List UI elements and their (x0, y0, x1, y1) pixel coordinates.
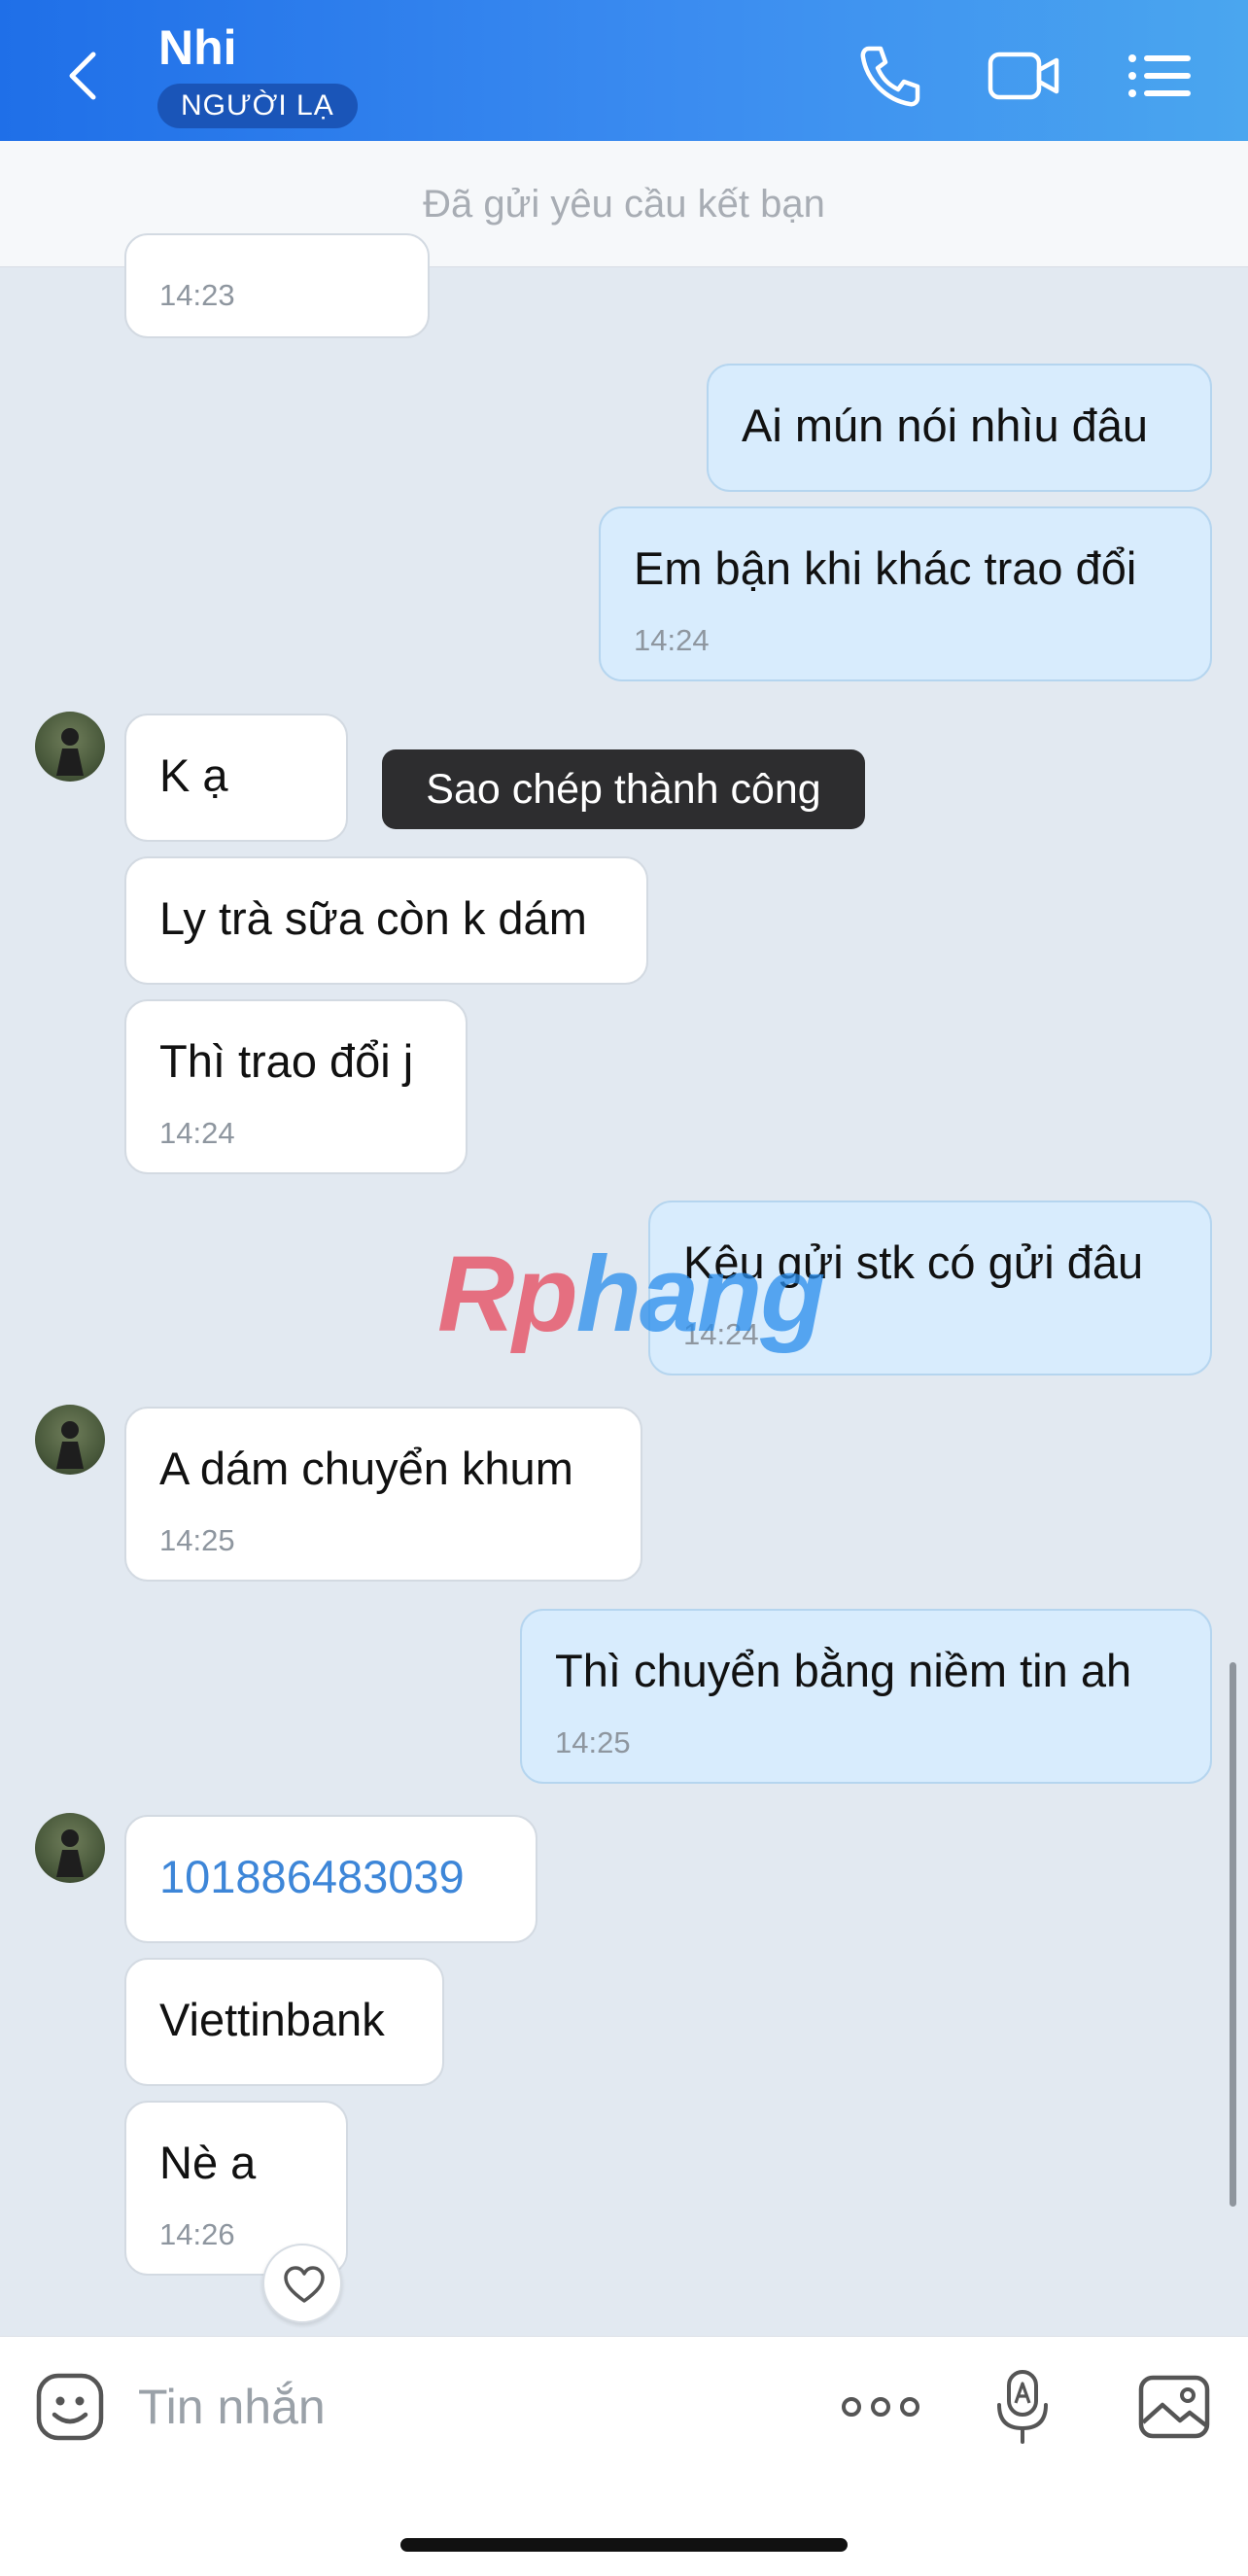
image-picker-button[interactable] (1137, 2372, 1211, 2442)
scrollbar[interactable] (1230, 1662, 1236, 2207)
message-bubble-incoming[interactable]: A dám chuyển khum 14:25 (124, 1407, 642, 1582)
account-number-link[interactable]: 101886483039 (159, 1850, 465, 1903)
avatar[interactable] (35, 1813, 105, 1883)
message-bubble-incoming[interactable]: 14:23 (124, 233, 430, 338)
message-time: 14:25 (555, 1725, 631, 1759)
react-button[interactable] (262, 2244, 342, 2323)
message-time: 14:24 (634, 623, 710, 657)
heart-icon (284, 2266, 325, 2303)
message-time: 14:26 (159, 2217, 235, 2251)
options-menu-button[interactable] (1123, 39, 1196, 113)
message-bubble-incoming[interactable]: K ạ (124, 714, 348, 842)
avatar[interactable] (35, 1405, 105, 1475)
message-bubble-outgoing[interactable]: Em bận khi khác trao đổi 14:24 (599, 506, 1212, 681)
phone-icon (860, 46, 920, 107)
message-composer (0, 2336, 1248, 2576)
message-text: K ạ (159, 749, 228, 801)
message-time: 14:24 (159, 1116, 235, 1150)
video-call-button[interactable] (987, 39, 1060, 113)
voice-to-text-button[interactable] (993, 2366, 1052, 2448)
message-bubble-incoming[interactable]: 101886483039 (124, 1815, 537, 1943)
message-text: A dám chuyển khum (159, 1443, 573, 1494)
copy-success-toast: Sao chép thành công (382, 749, 865, 829)
chevron-left-icon (69, 52, 96, 100)
message-text: Ly trà sữa còn k dám (159, 892, 587, 944)
message-bubble-outgoing[interactable]: Ai mún nói nhìu đâu (707, 364, 1212, 492)
more-dots-icon (842, 2397, 919, 2417)
image-icon (1138, 2375, 1210, 2439)
avatar[interactable] (35, 712, 105, 782)
contact-name[interactable]: Nhi (158, 19, 237, 76)
message-text: Viettinbank (159, 1994, 385, 2045)
message-time: 14:25 (159, 1523, 235, 1557)
message-text: Em bận khi khác trao đổi (634, 542, 1137, 594)
watermark-logo: Rphang (437, 1235, 825, 1354)
message-text: Nè a (159, 2137, 257, 2188)
back-button[interactable] (56, 47, 115, 105)
message-time: 14:23 (159, 278, 235, 312)
stranger-badge: NGƯỜI LẠ (157, 84, 358, 128)
voice-to-text-icon (997, 2370, 1048, 2444)
sticker-button[interactable] (35, 2372, 105, 2442)
message-bubble-incoming[interactable]: Viettinbank (124, 1958, 444, 2086)
message-text: Thì trao đổi j (159, 1035, 414, 1087)
home-indicator (400, 2538, 848, 2552)
chat-header: Nhi NGƯỜI LẠ (0, 0, 1248, 141)
list-menu-icon (1128, 54, 1191, 97)
message-input[interactable] (138, 2366, 799, 2448)
message-bubble-incoming[interactable]: Ly trà sữa còn k dám (124, 856, 648, 985)
message-bubble-incoming[interactable]: Thì trao đổi j 14:24 (124, 999, 468, 1174)
message-text: Thì chuyển bằng niềm tin ah (555, 1645, 1132, 1696)
more-options-button[interactable] (840, 2376, 921, 2438)
message-bubble-outgoing[interactable]: Thì chuyển bằng niềm tin ah 14:25 (520, 1609, 1212, 1784)
video-camera-icon (988, 52, 1059, 100)
sticker-face-icon (36, 2373, 104, 2441)
message-text: Ai mún nói nhìu đâu (742, 400, 1149, 451)
call-button[interactable] (853, 39, 927, 113)
